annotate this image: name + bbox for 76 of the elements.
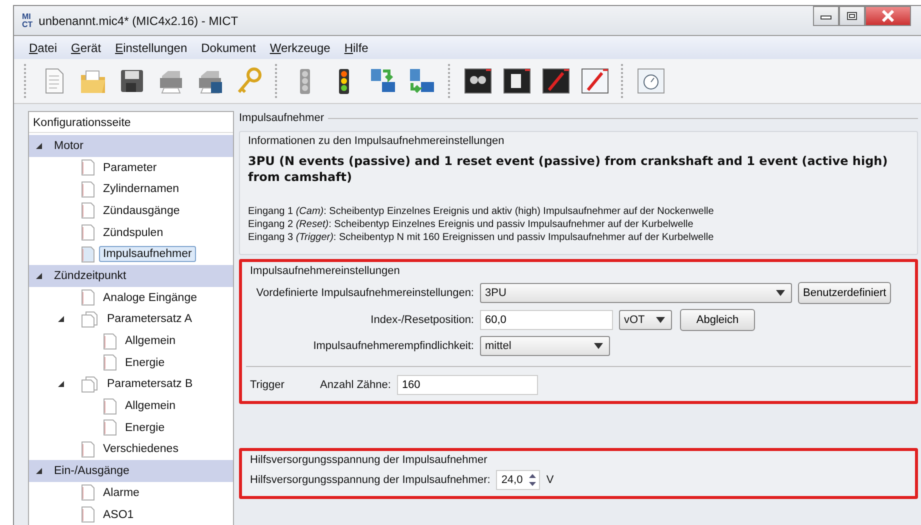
tree-item[interactable]: Zündspulen xyxy=(99,224,168,241)
info-text: Eingang 1 (Cam): Scheibentyp Einzelnes Ereignis und aktiv (high) Impulsaufnehmer auf der Nockenwelle xyxy=(248,205,715,218)
tree-item[interactable]: Analoge Eingänge xyxy=(99,290,201,306)
dropdown-arrow-icon xyxy=(656,317,665,323)
info-text: Eingang 2 (Reset): Scheibentyp Einzelnes Ereignis und passiv Impulsaufnehmer auf der Kurbelwelle xyxy=(248,218,694,231)
tree-item[interactable]: Motor xyxy=(47,138,88,154)
tree-item[interactable]: Parameter xyxy=(99,160,161,176)
tree-item[interactable]: Zündausgänge xyxy=(99,202,184,219)
menu-item[interactable]: Datei xyxy=(29,40,58,54)
field-label: Impulsaufnehmerempfindlichkeit: xyxy=(312,340,474,352)
group-title: Impulsaufnehmereinstellungen xyxy=(250,265,401,277)
tree-item[interactable]: Energie xyxy=(121,354,169,371)
expand-arrow-icon[interactable] xyxy=(57,380,65,388)
tree-item[interactable]: Verschiedenes xyxy=(99,441,182,458)
group-title: Informationen zu den Impulsaufnehmereinstellungen xyxy=(248,135,506,147)
window-title: unbenannt.mic4* (MIC4x2.16) - MICT xyxy=(38,14,238,28)
menu-item[interactable]: Werkzeuge xyxy=(270,40,330,54)
page-icon xyxy=(81,289,95,306)
menu-item[interactable]: Hilfe xyxy=(344,40,368,54)
menu-item[interactable]: Einstellungen xyxy=(115,40,188,54)
page-icon xyxy=(81,202,95,220)
field-label: Hilfsversorgungsspannung der Impulsaufnehmer: xyxy=(250,474,490,486)
page-icon xyxy=(103,419,117,436)
tree-item[interactable]: Parametersatz A xyxy=(103,311,196,328)
voltage-spinbox[interactable]: 24,0 xyxy=(496,470,540,490)
unit-dropdown[interactable]: vOT xyxy=(619,310,672,330)
tree-item[interactable]: Parametersatz B xyxy=(103,376,197,392)
page-icon xyxy=(103,354,117,372)
unit-label: V xyxy=(546,474,554,486)
spin-arrows-icon xyxy=(528,472,538,488)
minimize-button[interactable] xyxy=(813,6,839,26)
position-input[interactable]: 60,0 xyxy=(480,310,613,330)
close-button[interactable] xyxy=(865,6,911,26)
field-label: Index-/Resetposition: xyxy=(370,314,474,326)
sensitivity-dropdown[interactable]: mittel xyxy=(480,336,610,356)
teeth-input[interactable]: 160 xyxy=(396,375,538,395)
close-icon xyxy=(881,10,895,22)
pages-icon xyxy=(81,310,99,328)
expand-arrow-icon[interactable] xyxy=(35,272,43,280)
calibrate-button[interactable]: Abgleich xyxy=(680,309,755,331)
page-icon xyxy=(81,484,95,502)
tree-item[interactable]: Allgemein xyxy=(121,398,180,414)
tree-item[interactable]: ASO1 xyxy=(99,506,138,523)
tree-item[interactable]: Impulsaufnehmer xyxy=(99,246,196,262)
page-icon xyxy=(81,246,95,263)
info-text: Eingang 3 (Trigger): Scheibentyp N mit 160 Ereignissen und passiv Impulsaufnehmer auf der Kurbelwelle xyxy=(248,231,715,244)
custom-button[interactable]: Benutzerdefiniert xyxy=(798,282,892,304)
tree-item[interactable]: Zylindernamen xyxy=(99,181,184,198)
pages-icon xyxy=(81,376,99,393)
panel-title: Konfigurationsseite xyxy=(29,112,233,133)
app-logo: MI CT xyxy=(22,12,33,28)
maximize-icon xyxy=(846,11,858,21)
menu-item[interactable]: Dokument xyxy=(201,40,256,54)
tree-item[interactable]: Energie xyxy=(121,420,169,436)
page-icon xyxy=(81,224,95,242)
page-icon xyxy=(103,398,117,415)
page-icon xyxy=(81,440,95,458)
page-icon xyxy=(81,180,95,198)
dropdown-arrow-icon xyxy=(776,290,785,296)
field-label: Vordefinierte Impulsaufnehmereinstellungen: xyxy=(255,287,474,299)
field-label: Trigger xyxy=(250,379,286,391)
expand-arrow-icon[interactable] xyxy=(35,142,43,150)
menu-item[interactable]: Gerät xyxy=(71,40,102,54)
maximize-button[interactable] xyxy=(839,6,865,26)
section-title: Impulsaufnehmer xyxy=(239,112,324,124)
preset-dropdown[interactable]: 3PU xyxy=(480,283,792,303)
page-icon xyxy=(103,332,117,350)
group-title: Hilfsversorgungsspannung der Impulsaufnehmer xyxy=(250,454,488,466)
page-icon xyxy=(81,159,95,176)
field-label: Anzahl Zähne: xyxy=(320,379,391,391)
tree-item[interactable]: Alarme xyxy=(99,484,144,501)
headline-text: 3PU (N events (passive) and 1 reset event (passive) from crankshaft and 1 event (active high) from camshaft) xyxy=(248,153,889,185)
dropdown-arrow-icon xyxy=(594,343,603,349)
expand-arrow-icon[interactable] xyxy=(57,315,65,324)
tree-item[interactable]: Allgemein xyxy=(121,333,180,350)
expand-arrow-icon[interactable] xyxy=(35,467,43,476)
